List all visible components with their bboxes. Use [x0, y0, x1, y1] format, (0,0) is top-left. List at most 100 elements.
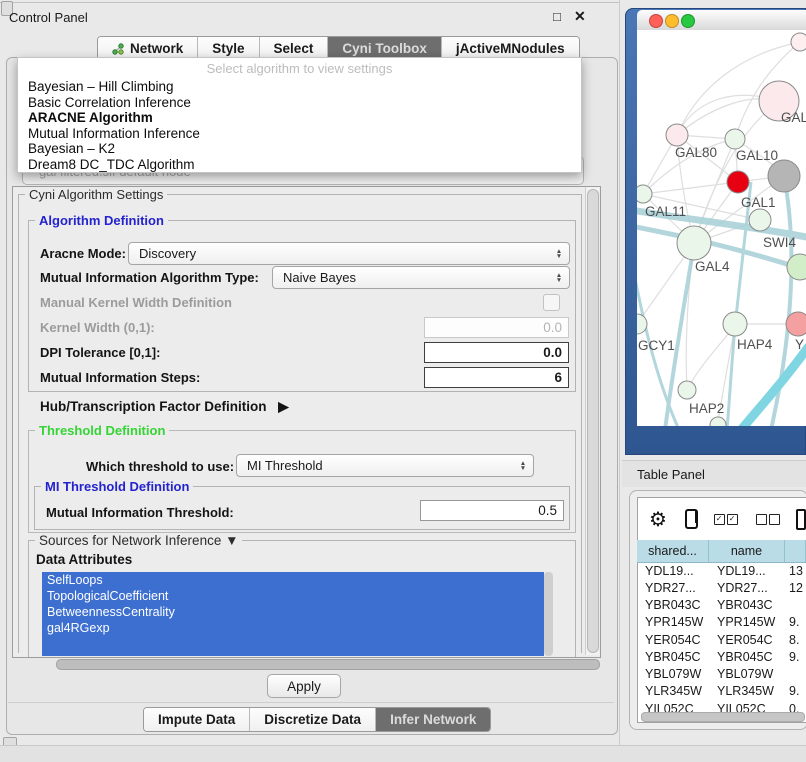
- network-node-gal80[interactable]: [666, 124, 688, 146]
- attribute-item[interactable]: BetweennessCentrality: [42, 604, 544, 620]
- maximize-window-icon[interactable]: [681, 14, 695, 28]
- tab-label: Style: [212, 41, 244, 56]
- table-cell: YBR043C: [709, 598, 785, 612]
- network-node[interactable]: [791, 33, 806, 51]
- document-icon[interactable]: [796, 509, 806, 530]
- network-node-gal1[interactable]: [749, 209, 771, 231]
- table-cell: 12: [785, 581, 806, 595]
- table-row[interactable]: YIL052CYIL052C0.: [637, 700, 806, 712]
- collapse-down-icon: ▼: [225, 533, 238, 548]
- table-row[interactable]: YDL19...YDL19...13: [637, 562, 806, 579]
- network-node[interactable]: [727, 171, 749, 193]
- mi-steps-input[interactable]: 6: [424, 367, 569, 388]
- dropdown-item[interactable]: Mutual Information Inference: [18, 126, 581, 142]
- sources-group-title[interactable]: Sources for Network Inference ▼: [35, 533, 242, 548]
- table-cell: YBR045C: [709, 650, 785, 664]
- table-row[interactable]: YDR27...YDR27...12: [637, 579, 806, 596]
- dropdown-item[interactable]: Basic Correlation Inference: [18, 95, 581, 111]
- expand-right-icon: ▶: [278, 399, 288, 414]
- network-node-gal10[interactable]: [725, 129, 745, 149]
- algorithm-dropdown-list: Select algorithm to view settings Bayesi…: [17, 57, 582, 173]
- settings-vertical-scrollbar[interactable]: [585, 187, 599, 655]
- status-bar: [0, 745, 806, 762]
- dropdown-item[interactable]: ARACNE Algorithm: [18, 110, 581, 126]
- manual-kernel-width-label: Manual Kernel Width Definition: [40, 295, 232, 310]
- table-row[interactable]: YBR043CYBR043C: [637, 597, 806, 614]
- node-label: GAL: [781, 110, 806, 125]
- window-top-edge: [0, 2, 620, 3]
- apply-button[interactable]: Apply: [267, 674, 341, 698]
- node-label: GAL11: [645, 204, 686, 219]
- tab-label: Select: [274, 41, 314, 56]
- column-header[interactable]: [785, 540, 806, 562]
- table-row[interactable]: YBL079WYBL079W: [637, 666, 806, 683]
- cyni-bottom-tab-bar: Impute DataDiscretize DataInfer Network: [143, 707, 491, 732]
- mi-algorithm-type-select[interactable]: Naive Bayes ▲▼: [272, 266, 570, 289]
- kernel-width-input[interactable]: 0.0: [424, 317, 569, 338]
- aracne-mode-select[interactable]: Discovery ▲▼: [128, 242, 570, 265]
- table-cell: YBR045C: [637, 650, 709, 664]
- table-horizontal-scrollbar[interactable]: [641, 712, 805, 722]
- threshold-definition-title: Threshold Definition: [35, 423, 169, 438]
- network-node-y[interactable]: [786, 312, 806, 336]
- tab-impute-data[interactable]: Impute Data: [144, 708, 250, 731]
- dropdown-item[interactable]: Dream8 DC_TDC Algorithm: [18, 157, 581, 173]
- close-window-icon[interactable]: [649, 14, 663, 28]
- columns-icon[interactable]: [685, 509, 698, 529]
- table-cell: YDL19...: [709, 564, 785, 578]
- hub-definition-toggle[interactable]: Hub/Transcription Factor Definition ▶: [40, 399, 289, 415]
- algorithm-dropdown-placeholder: Select algorithm to view settings: [18, 58, 581, 79]
- dpi-tolerance-input[interactable]: 0.0: [424, 342, 569, 363]
- settings-horizontal-scrollbar[interactable]: [14, 659, 599, 669]
- mi-threshold-input[interactable]: 0.5: [420, 500, 564, 521]
- table-row[interactable]: YLR345WYLR345W9.: [637, 683, 806, 700]
- network-node-hap2[interactable]: [678, 381, 696, 399]
- attributes-scrollbar[interactable]: [544, 572, 553, 656]
- table-row[interactable]: YPR145WYPR145W9.: [637, 614, 806, 631]
- tab-infer-network[interactable]: Infer Network: [376, 708, 490, 731]
- dpi-tolerance-label: DPI Tolerance [0,1]:: [40, 345, 160, 360]
- network-node[interactable]: [768, 160, 800, 192]
- node-label: GAL80: [675, 145, 717, 160]
- dropdown-item[interactable]: Bayesian – Hill Climbing: [18, 79, 581, 95]
- table-cell: 13: [785, 564, 806, 578]
- close-panel-icon[interactable]: ✕: [574, 8, 586, 25]
- table-cell: YPR145W: [709, 615, 785, 629]
- column-header-name[interactable]: name: [709, 540, 785, 562]
- node-label: GCY1: [638, 338, 675, 353]
- stepper-arrows-icon: ▲▼: [549, 249, 569, 259]
- attribute-item[interactable]: TopologicalCoefficient: [42, 588, 544, 604]
- gear-icon[interactable]: ⚙: [649, 507, 667, 532]
- table-toolbar: ⚙ ✓✓: [637, 500, 806, 538]
- table-row[interactable]: YER054CYER054C8.: [637, 631, 806, 648]
- table-header-row: shared...name: [637, 540, 806, 563]
- manual-kernel-width-checkbox[interactable]: [543, 294, 560, 311]
- column-header-shared[interactable]: shared...: [637, 540, 709, 562]
- dropdown-item[interactable]: Bayesian – K2: [18, 141, 581, 157]
- table-body: YDL19...YDL19...13YDR27...YDR27...12YBR0…: [637, 562, 806, 712]
- network-node-hap4[interactable]: [723, 312, 747, 336]
- table-panel-titlebar: Table Panel: [622, 460, 806, 487]
- minimize-window-icon[interactable]: [665, 14, 679, 28]
- mi-steps-label: Mutual Information Steps:: [40, 370, 200, 385]
- network-canvas[interactable]: GALGAL80GAL10GAL11GAL1SWI4GAL4GCY1HAP4YH…: [637, 30, 806, 426]
- table-cell: YIL052C: [709, 702, 785, 712]
- table-cell: YDR27...: [709, 581, 785, 595]
- deselect-all-checkboxes-icon[interactable]: [756, 514, 782, 525]
- float-panel-icon[interactable]: □: [553, 9, 561, 24]
- network-node-gal11[interactable]: [637, 185, 652, 203]
- attribute-item[interactable]: gal4RGexp: [42, 620, 544, 636]
- select-all-checkboxes-icon[interactable]: ✓✓: [714, 514, 740, 525]
- network-node-gal4[interactable]: [677, 226, 711, 260]
- tab-discretize-data[interactable]: Discretize Data: [250, 708, 376, 731]
- mi-threshold-label: Mutual Information Threshold:: [46, 505, 234, 520]
- table-cell: 8.: [785, 633, 806, 647]
- control-panel-title: Control Panel: [9, 10, 88, 25]
- table-row[interactable]: YBR045CYBR045C9.: [637, 648, 806, 665]
- which-threshold-select[interactable]: MI Threshold ▲▼: [236, 454, 534, 477]
- network-node[interactable]: [710, 417, 726, 426]
- attribute-item[interactable]: SelfLoops: [42, 572, 544, 588]
- table-cell: YBL079W: [709, 667, 785, 681]
- data-attributes-list[interactable]: SelfLoopsTopologicalCoefficientBetweenne…: [42, 572, 544, 656]
- table-cell: 9.: [785, 650, 806, 664]
